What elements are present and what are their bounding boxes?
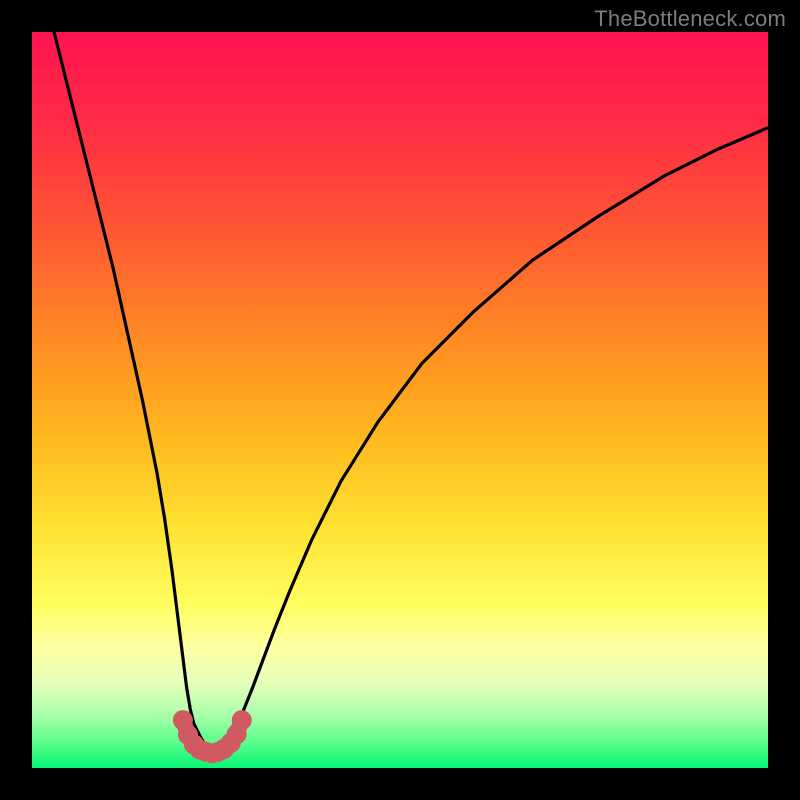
watermark-text: TheBottleneck.com — [594, 6, 786, 32]
chart-plot-area — [32, 32, 768, 768]
chart-frame: TheBottleneck.com — [0, 0, 800, 800]
left-curve — [54, 32, 216, 753]
right-curve — [216, 128, 768, 754]
highlight-dot — [232, 710, 252, 730]
chart-svg — [32, 32, 768, 768]
bottom-highlight-dots — [173, 710, 252, 763]
